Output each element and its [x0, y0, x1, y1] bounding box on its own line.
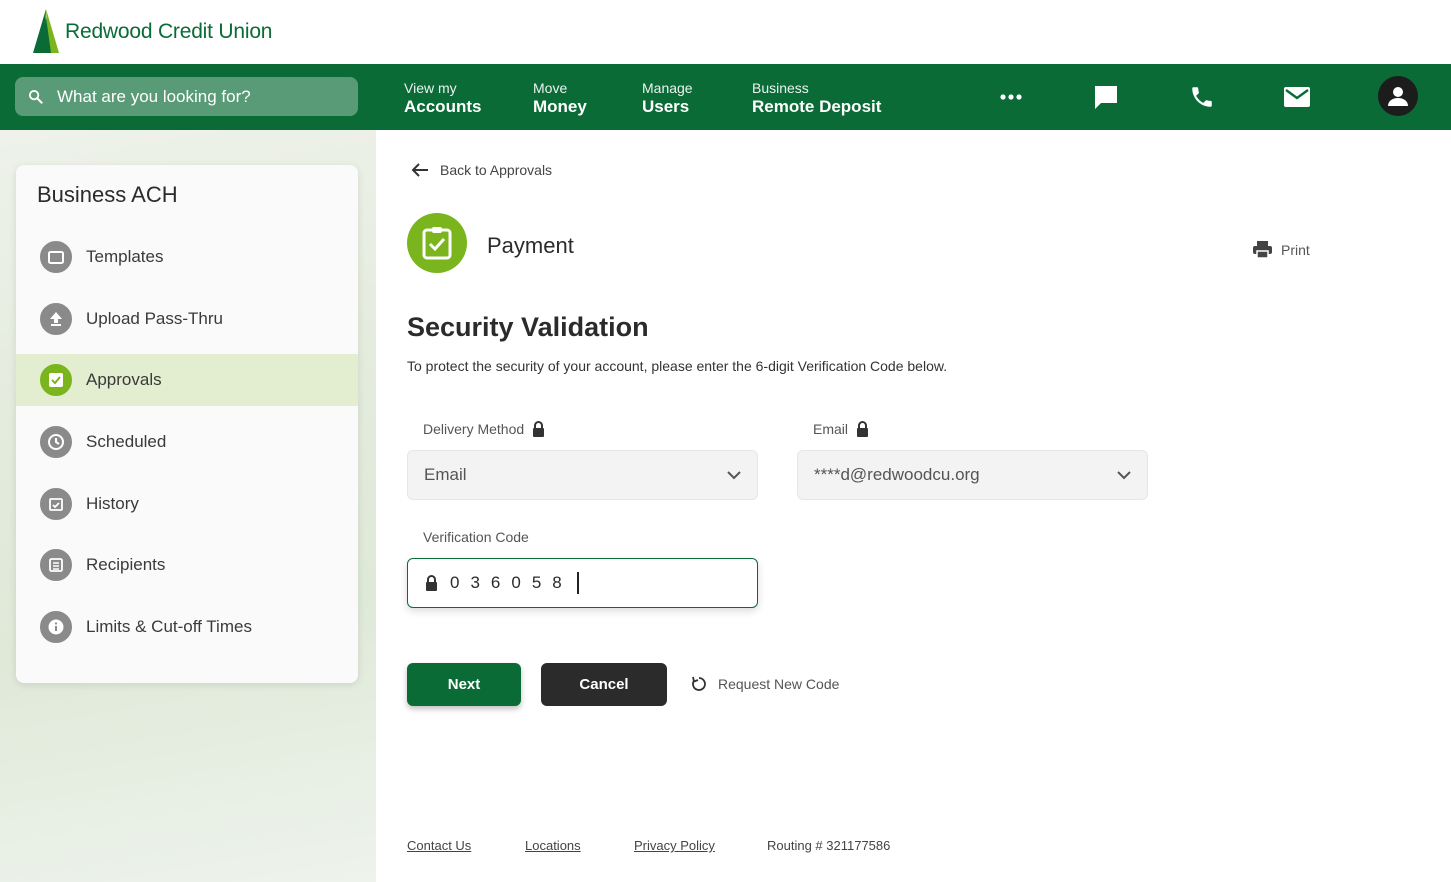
- nav-move-small: Move: [533, 80, 568, 96]
- text-cursor: [576, 572, 579, 594]
- sidebar-item-label: Upload Pass-Thru: [86, 309, 224, 328]
- mail-icon[interactable]: [1282, 82, 1312, 112]
- main-navbar: What are you looking for? View my Accoun…: [0, 64, 1451, 130]
- nav-manage-label: Users: [642, 97, 690, 116]
- sidebar-item-label: Limits & Cut-off Times: [86, 617, 252, 636]
- email-select[interactable]: ****d@redwoodcu.org: [797, 450, 1148, 500]
- nav-manage-users[interactable]: Manage Users: [642, 80, 693, 117]
- printer-icon: [1253, 241, 1272, 258]
- section-description: To protect the security of your account,…: [407, 358, 948, 374]
- request-new-code-button[interactable]: Request New Code: [690, 675, 839, 693]
- nav-manage-small: Manage: [642, 80, 693, 96]
- search-icon: [28, 89, 43, 104]
- upload-icon: [40, 303, 72, 335]
- section-title: Security Validation: [407, 312, 649, 342]
- nav-deposit-label: Remote Deposit: [752, 97, 882, 116]
- routing-number: Routing # 321177586: [767, 838, 891, 853]
- email-value: ****d@redwoodcu.org: [814, 465, 980, 484]
- verification-code-input[interactable]: 036058: [407, 558, 758, 608]
- lock-icon: [426, 575, 437, 591]
- lock-icon: [857, 421, 869, 437]
- sidebar-item-label: Scheduled: [86, 432, 167, 451]
- sidebar-item-label: History: [86, 494, 139, 513]
- sidebar-item-label: Approvals: [86, 370, 162, 389]
- delivery-method-label-text: Delivery Method: [423, 421, 525, 437]
- arrow-left-icon: [411, 163, 428, 177]
- logo-bar: Redwood Credit Union: [0, 0, 1451, 64]
- delivery-method-select[interactable]: Email: [407, 450, 758, 500]
- nav-accounts[interactable]: View my Accounts: [404, 80, 481, 117]
- sidebar-item-recipients[interactable]: Recipients: [16, 539, 358, 591]
- brand-logo[interactable]: Redwood Credit Union: [31, 9, 272, 54]
- info-icon: [40, 611, 72, 643]
- footer-privacy-link[interactable]: Privacy Policy: [634, 838, 715, 853]
- sidebar-item-label: Recipients: [86, 555, 166, 574]
- nav-move-label: Money: [533, 97, 587, 116]
- sidebar-item-label: Templates: [86, 247, 164, 266]
- sidebar-item-history[interactable]: History: [16, 478, 358, 530]
- email-label: Email: [813, 421, 869, 437]
- lock-icon: [533, 421, 545, 437]
- nav-accounts-label: Accounts: [404, 97, 482, 116]
- page-title: Payment: [487, 233, 574, 258]
- footer-locations-link[interactable]: Locations: [525, 838, 581, 853]
- print-button[interactable]: Print: [1253, 241, 1310, 258]
- footer-contact-link[interactable]: Contact Us: [407, 838, 471, 853]
- next-button[interactable]: Next: [407, 663, 521, 706]
- sidebar-title: Business ACH: [37, 182, 178, 207]
- phone-icon[interactable]: [1187, 82, 1217, 112]
- folder-icon: [40, 241, 72, 273]
- email-label-text: Email: [813, 421, 849, 437]
- search-input[interactable]: What are you looking for?: [15, 77, 358, 116]
- sidebar-item-scheduled[interactable]: Scheduled: [16, 416, 358, 468]
- user-icon: [1388, 87, 1408, 106]
- refresh-icon: [692, 676, 706, 691]
- approval-check-icon: [40, 364, 72, 396]
- verification-code-label: Verification Code: [423, 529, 529, 545]
- calendar-check-icon: [40, 488, 72, 520]
- nav-accounts-small: View my: [404, 80, 457, 96]
- cancel-button[interactable]: Cancel: [541, 663, 667, 706]
- account-avatar[interactable]: [1378, 76, 1418, 116]
- print-label: Print: [1281, 241, 1310, 258]
- sidebar-item-limits[interactable]: Limits & Cut-off Times: [16, 601, 358, 653]
- chevron-down-icon: [1117, 470, 1131, 479]
- clock-icon: [40, 426, 72, 458]
- sidebar-item-templates[interactable]: Templates: [16, 231, 358, 283]
- brand-name: Redwood Credit Union: [65, 19, 273, 43]
- back-to-approvals-link[interactable]: Back to Approvals: [411, 162, 552, 178]
- back-link-label: Back to Approvals: [440, 162, 553, 178]
- payment-clipboard-icon: [407, 213, 467, 273]
- verification-code-value: 036058: [450, 573, 573, 592]
- chat-icon[interactable]: [1091, 82, 1121, 112]
- list-icon: [40, 549, 72, 581]
- delivery-method-label: Delivery Method: [423, 421, 545, 437]
- chevron-down-icon: [727, 470, 741, 479]
- search-placeholder: What are you looking for?: [57, 86, 251, 106]
- redwood-tree-icon: [33, 9, 59, 53]
- nav-deposit-small: Business: [752, 80, 809, 96]
- request-new-code-label: Request New Code: [718, 676, 840, 692]
- delivery-method-value: Email: [424, 465, 467, 484]
- sidebar-item-upload[interactable]: Upload Pass-Thru: [16, 293, 358, 345]
- sidebar-item-approvals[interactable]: Approvals: [16, 354, 358, 406]
- nav-remote-deposit[interactable]: Business Remote Deposit: [752, 80, 881, 117]
- sidebar: Business ACH Templates Upload Pass-Thru …: [16, 165, 358, 683]
- verification-code-label-text: Verification Code: [423, 529, 529, 545]
- nav-move-money[interactable]: Move Money: [533, 80, 587, 117]
- more-icon[interactable]: [996, 82, 1026, 112]
